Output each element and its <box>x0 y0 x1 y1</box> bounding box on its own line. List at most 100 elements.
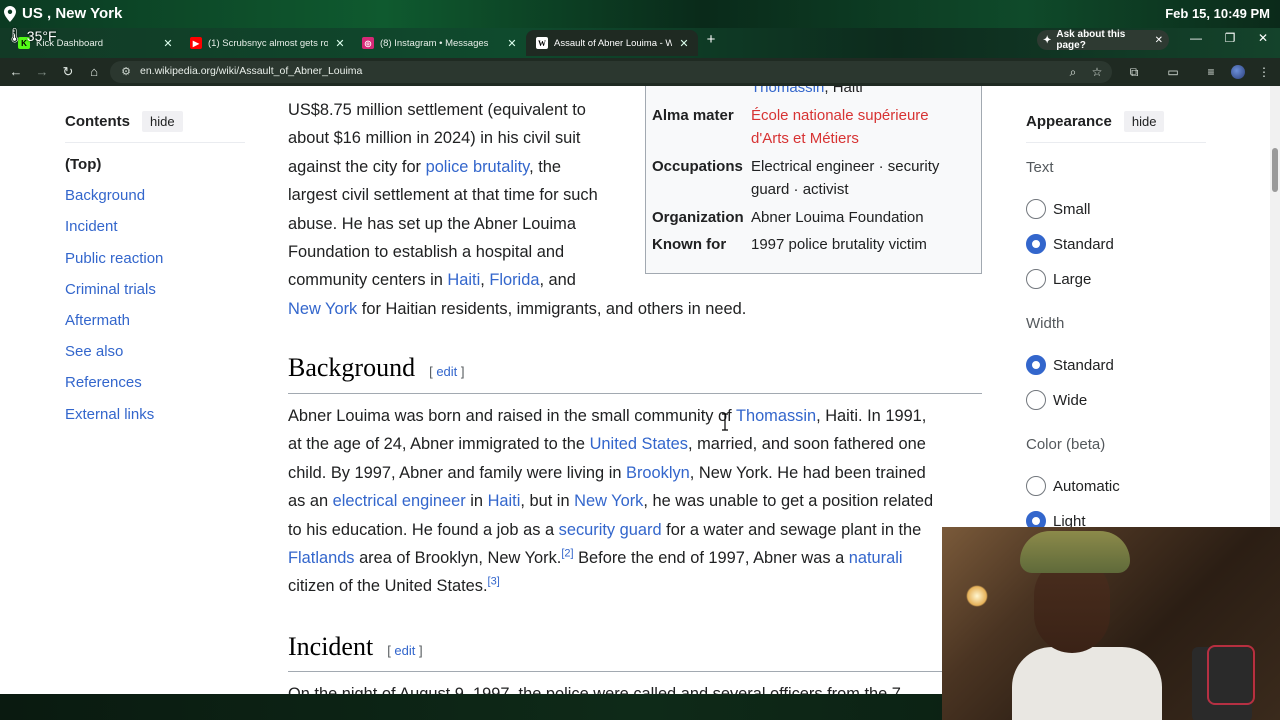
police-brutality-link[interactable]: police brutality <box>426 158 530 176</box>
new-york-link[interactable]: New York <box>574 492 643 510</box>
width-standard-radio[interactable]: Standard <box>1026 355 1114 375</box>
appearance-panel: Appearance hide Text Small Standard Larg… <box>1026 111 1206 531</box>
toc-item-criminal-trials[interactable]: Criminal trials <box>65 280 245 311</box>
profile-avatar[interactable] <box>1228 62 1248 82</box>
menu-icon[interactable]: ⋮ <box>1254 62 1274 82</box>
intro-paragraph: US$8.75 million settlement (equivalent t… <box>288 96 746 323</box>
home-icon[interactable]: ⌂ <box>84 62 104 82</box>
haiti-link[interactable]: Haiti <box>447 271 480 289</box>
toc-item-public-reaction[interactable]: Public reaction <box>65 249 245 280</box>
haiti-link[interactable]: Haiti <box>488 492 521 510</box>
incident-heading: Incident <box>288 632 374 661</box>
brooklyn-link[interactable]: Brooklyn <box>626 464 690 482</box>
close-icon[interactable]: ✕ <box>162 37 174 50</box>
appearance-title: Appearance <box>1026 113 1112 130</box>
bookmark-star-icon[interactable]: ☆ <box>1087 62 1107 82</box>
occupations-value-line2: guard · activist <box>751 181 849 198</box>
radio-button[interactable] <box>1026 234 1046 254</box>
radio-label: Standard <box>1053 235 1114 253</box>
naturalized-link[interactable]: naturali <box>849 549 903 567</box>
tab-wikipedia[interactable]: W Assault of Abner Louima - Wiki ✕ <box>526 30 698 56</box>
width-wide-radio[interactable]: Wide <box>1026 390 1087 410</box>
body-text: in <box>465 492 488 511</box>
infobox: Thomassin, Haiti Alma mater École nation… <box>645 86 982 274</box>
toc-item-see-also[interactable]: See also <box>65 342 245 373</box>
text-size-large-radio[interactable]: Large <box>1026 269 1091 289</box>
birthplace-link[interactable]: Thomassin <box>751 86 824 96</box>
intro-text: abuse. He has set up the Abner Louima <box>288 214 576 233</box>
media-icon[interactable]: ≡ <box>1201 62 1221 82</box>
new-tab-button[interactable]: + <box>703 30 719 50</box>
appearance-hide-button[interactable]: hide <box>1123 111 1165 132</box>
minimize-button[interactable]: — <box>1186 31 1206 45</box>
occupations-label: Occupations <box>652 158 743 175</box>
citation-link[interactable]: [3] <box>488 576 500 588</box>
reload-icon[interactable]: ↻ <box>58 62 78 82</box>
background-paragraph: Abner Louima was born and raised in the … <box>288 402 988 601</box>
united-states-link[interactable]: United States <box>590 435 688 453</box>
zoom-icon[interactable]: ⌕ <box>1063 62 1083 82</box>
body-text: Before the end of 1997, Abner was a <box>573 549 849 568</box>
maximize-button[interactable]: ❐ <box>1220 31 1240 45</box>
radio-button[interactable] <box>1026 476 1046 496</box>
intro-text: largest civil settlement at that time fo… <box>288 186 598 205</box>
ask-about-page-button[interactable]: ✦ Ask about this page? ✕ <box>1037 29 1169 51</box>
known-for-label: Known for <box>652 236 727 253</box>
url-bar[interactable]: ⚙ en.wikipedia.org/wiki/Assault_of_Abner… <box>110 61 1112 83</box>
datetime-display: Feb 15, 10:49 PM <box>1165 6 1270 21</box>
flatlands-link[interactable]: Flatlands <box>288 549 355 567</box>
instagram-icon: ◎ <box>362 37 374 49</box>
toc-item-top[interactable]: (Top) <box>65 155 245 186</box>
sidebar-icon[interactable]: ▭ <box>1163 62 1183 82</box>
edit-section-link: [ edit ] <box>429 364 465 379</box>
sparkle-icon: ✦ <box>1043 34 1052 46</box>
window-close-button[interactable]: ✕ <box>1253 31 1273 45</box>
close-icon[interactable]: ✕ <box>334 37 346 50</box>
toc-item-references[interactable]: References <box>65 373 245 404</box>
toc-item-background[interactable]: Background <box>65 186 245 217</box>
site-info-icon[interactable]: ⚙ <box>118 64 134 80</box>
toc-hide-button[interactable]: hide <box>142 111 183 132</box>
close-icon[interactable]: ✕ <box>678 37 690 50</box>
electrical-engineer-link[interactable]: electrical engineer <box>333 492 466 510</box>
body-text: Abner Louima was born and raised in the … <box>288 407 736 425</box>
close-icon[interactable]: ✕ <box>506 37 518 50</box>
extensions-icon[interactable]: ⧉ <box>1124 62 1144 82</box>
toc-item-incident[interactable]: Incident <box>65 217 245 248</box>
intro-text: about $16 million in 2024) in his civil … <box>288 129 581 148</box>
text-size-standard-radio[interactable]: Standard <box>1026 234 1114 254</box>
toc-title: Contents <box>65 113 130 130</box>
text-size-small-radio[interactable]: Small <box>1026 199 1091 219</box>
new-york-link[interactable]: New York <box>288 300 357 318</box>
edit-link[interactable]: edit <box>394 643 415 658</box>
tab-instagram[interactable]: ◎ (8) Instagram • Messages ✕ <box>352 30 526 56</box>
thomassin-link[interactable]: Thomassin <box>736 407 816 425</box>
radio-label: Automatic <box>1053 477 1120 495</box>
alma-mater-label: Alma mater <box>652 107 734 124</box>
streamer-hat <box>1020 531 1130 573</box>
close-icon[interactable]: ✕ <box>1155 35 1163 46</box>
radio-button[interactable] <box>1026 269 1046 289</box>
color-automatic-radio[interactable]: Automatic <box>1026 476 1120 496</box>
tab-youtube[interactable]: ▶ (1) Scrubsnyc almost gets robb ✕ <box>180 30 354 56</box>
citation-link[interactable]: [2] <box>561 548 573 560</box>
alma-mater-link-line2[interactable]: d'Arts et Métiers <box>751 130 859 147</box>
tab-title: Assault of Abner Louima - Wiki <box>554 37 672 49</box>
radio-button[interactable] <box>1026 199 1046 219</box>
edit-link[interactable]: edit <box>436 364 457 379</box>
alma-mater-link[interactable]: École nationale supérieure <box>751 107 929 124</box>
forward-arrow-icon[interactable]: → <box>32 62 52 82</box>
back-arrow-icon[interactable]: ← <box>6 62 26 82</box>
section-heading-incident: Incident [ edit ] <box>288 632 423 662</box>
body-text: , Haiti. In 1991, <box>816 407 927 425</box>
toc-item-aftermath[interactable]: Aftermath <box>65 311 245 342</box>
radio-button[interactable] <box>1026 355 1046 375</box>
body-text: On the night of August 9, 1997, the poli… <box>288 685 901 694</box>
florida-link[interactable]: Florida <box>489 271 539 289</box>
security-guard-link[interactable]: security guard <box>559 521 662 539</box>
url-text[interactable]: en.wikipedia.org/wiki/Assault_of_Abner_L… <box>140 65 362 77</box>
toc-item-external-links[interactable]: External links <box>65 405 245 436</box>
stream-overlay-bar: US , New York Feb 15, 10:49 PM <box>0 0 1280 28</box>
scrollbar-thumb[interactable] <box>1272 148 1278 192</box>
radio-button[interactable] <box>1026 390 1046 410</box>
